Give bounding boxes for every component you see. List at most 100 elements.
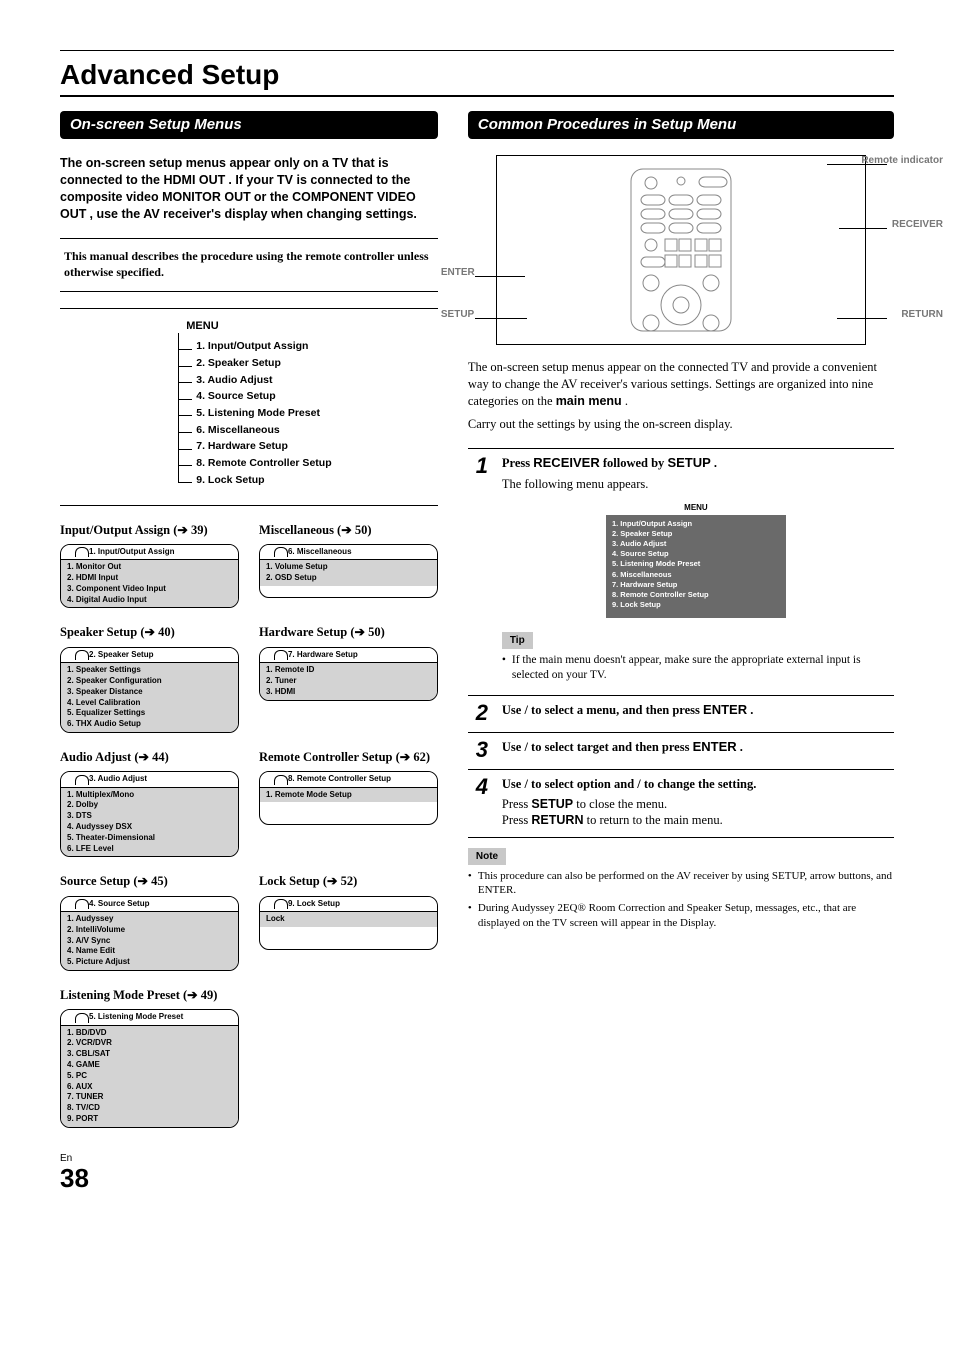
panel-head: Speaker Setup (➔ 40) [60,624,239,640]
s4-l2-b: SETUP [531,797,573,811]
step-1: 1 Press RECEIVER followed by SETUP . The… [468,449,894,696]
menu-tree-title: MENU [186,319,331,333]
page-number: 38 [60,1165,438,1191]
panel-title: 2. Speaker Setup [89,650,153,659]
preview-item: 3. Audio Adjust [612,539,780,549]
preview-item: 7. Hardware Setup [612,580,780,590]
panel-head: Miscellaneous (➔ 50) [259,522,438,538]
panel-item: 7. TUNER [67,1092,232,1103]
s4-l3-b: RETURN [531,813,583,827]
panel-item: 1. Remote ID [266,665,431,676]
panel-title: 6. Miscellaneous [288,547,352,556]
panel-item: 5. PC [67,1071,232,1082]
preview-item: 4. Source Setup [612,549,780,559]
step-number: 4 [472,776,492,829]
tree-item: 2. Speaker Setup [196,356,331,373]
panel-item: 3. CBL/SAT [67,1049,232,1060]
panel-item: 3. Component Video Input [67,584,232,595]
intro-mid3: , use the AV receiver's display when cha… [90,207,417,221]
onscreen-menu-preview: MENU 1. Input/Output Assign 2. Speaker S… [606,501,786,619]
s2-post: . [750,703,753,717]
panel-item: 1. Speaker Settings [67,665,232,676]
panel-item: 2. HDMI Input [67,573,232,584]
step-2: 2 Use / to select a menu, and then press… [468,696,894,733]
panel-item: 1. Multiplex/Mono [67,790,232,801]
page-footer: En 38 [60,1152,438,1191]
panel-listening-mode: Listening Mode Preset (➔ 49) 5. Listenin… [60,987,239,1128]
panel-source-setup: Source Setup (➔ 45) 4. Source Setup 1. A… [60,873,239,971]
s2-b: ENTER [703,702,747,717]
remote-controller-illustration: Remote indicator RECEIVER ENTER SETUP RE… [496,155,866,345]
panel-item: 6. THX Audio Setup [67,719,232,730]
step-number: 2 [472,702,492,724]
s4-l2-pre: Press [502,797,532,811]
step-number: 3 [472,739,492,761]
label-enter: ENTER [441,266,475,279]
panel-title: 9. Lock Setup [288,899,340,908]
panel-item: 1. Monitor Out [67,562,232,573]
tip-text: If the main menu doesn't appear, make su… [502,653,890,683]
panel-item: 2. IntelliVolume [67,925,232,936]
left-section-header: On-screen Setup Menus [60,111,438,139]
tree-item: 4. Source Setup [196,389,331,406]
preview-item: 5. Listening Mode Preset [612,559,780,569]
panel-item: 4. Name Edit [67,946,232,957]
panel-item: 1. Audyssey [67,914,232,925]
panel-head: Source Setup (➔ 45) [60,873,239,889]
right-intro-para: The on-screen setup menus appear on the … [468,359,894,410]
s4-l2-post: to close the menu. [576,797,667,811]
tree-item: 8. Remote Controller Setup [196,455,331,472]
remote-icon [621,165,741,335]
preview-title: MENU [606,501,786,515]
step-4: 4 Use / to select option and / to change… [468,770,894,838]
note-list: This procedure can also be performed on … [468,869,894,930]
page-title: Advanced Setup [60,50,894,97]
tree-item: 9. Lock Setup [196,472,331,489]
panel-item: 4. GAME [67,1060,232,1071]
label-receiver: RECEIVER [892,218,943,231]
preview-item: 6. Miscellaneous [612,570,780,580]
label-return: RETURN [901,308,943,321]
panel-item: 9. PORT [67,1114,232,1125]
panel-title: 7. Hardware Setup [288,650,358,659]
s3-post: . [740,740,743,754]
manual-note-box: This manual describes the procedure usin… [60,238,438,291]
panel-speaker: Speaker Setup (➔ 40) 2. Speaker Setup 1.… [60,624,239,732]
panel-audio-adjust: Audio Adjust (➔ 44) 3. Audio Adjust 1. M… [60,749,239,857]
intro2-post: . [625,394,628,408]
panel-title: 3. Audio Adjust [89,774,147,783]
right-column: Common Procedures in Setup Menu [468,111,894,1190]
panel-item: 2. Tuner [266,676,431,687]
s3-pre: Use / to select target and then press [502,740,693,754]
s4-line1: Use / to select option and / to change t… [502,777,757,791]
tree-item: 1. Input/Output Assign [196,339,331,356]
s3-b: ENTER [693,739,737,754]
page-lang-label: En [60,1152,438,1165]
s1-mid: followed by [603,456,668,470]
s4-l3-post: to return to the main menu. [587,813,723,827]
tree-item: 7. Hardware Setup [196,439,331,456]
preview-item: 9. Lock Setup [612,600,780,610]
tip-label: Tip [502,632,533,649]
panel-lock-setup: Lock Setup (➔ 52) 9. Lock Setup Lock [259,873,438,971]
panel-item: 1. Volume Setup [266,562,431,573]
label-remote-indicator: Remote indicator [861,154,943,167]
step-number: 1 [472,455,492,687]
right-section-header: Common Procedures in Setup Menu [468,111,894,139]
panel-head: Remote Controller Setup (➔ 62) [259,749,438,765]
note-item: This procedure can also be performed on … [468,869,894,898]
panel-item: 6. LFE Level [67,844,232,855]
intro2-pre: The on-screen setup menus appear on the … [468,360,877,408]
intro-b2: MONITOR OUT [162,190,251,204]
panel-title: 5. Listening Mode Preset [89,1012,183,1021]
panel-item: 4. Level Calibration [67,698,232,709]
panel-item: 2. Dolby [67,800,232,811]
panel-input-output: Input/Output Assign (➔ 39) 1. Input/Outp… [60,522,239,609]
panel-item: 1. Remote Mode Setup [266,790,431,801]
s4-l3-pre: Press [502,813,532,827]
intro-b1: HDMI OUT [163,173,225,187]
panel-head: Input/Output Assign (➔ 39) [60,522,239,538]
panel-item: 3. HDMI [266,687,431,698]
s1-pre: Press [502,456,533,470]
s2-pre: Use / to select a menu, and then press [502,703,703,717]
